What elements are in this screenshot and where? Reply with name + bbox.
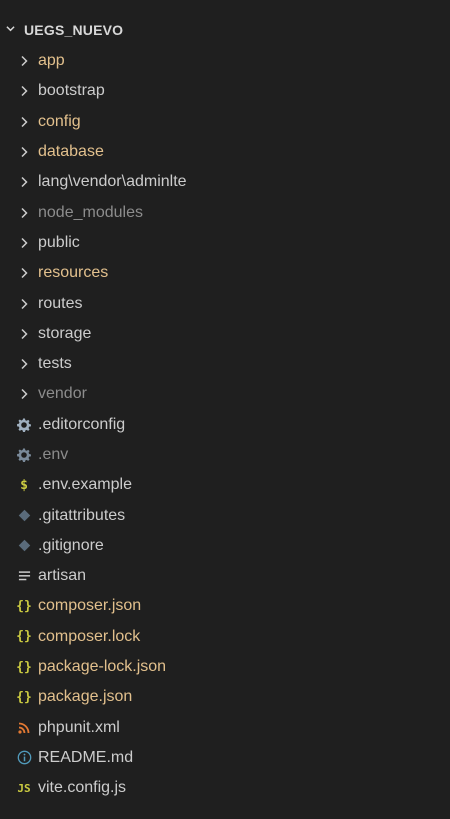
folder-item[interactable]: routes: [0, 288, 450, 318]
file-item[interactable]: phpunit.xml: [0, 713, 450, 743]
file-item[interactable]: {} composer.json: [0, 591, 450, 621]
file-name: README.md: [38, 748, 134, 766]
folder-name: lang\vendor\adminlte: [38, 173, 187, 191]
js-icon: JS: [17, 781, 31, 795]
folder-name: resources: [38, 264, 109, 282]
lines-icon: [14, 566, 34, 586]
file-item[interactable]: $ .env.example: [0, 470, 450, 500]
chevron-right-icon: [14, 172, 34, 192]
braces-icon: {}: [16, 629, 32, 645]
gear-icon: [14, 445, 34, 465]
folder-item[interactable]: app: [0, 46, 450, 76]
file-name: package.json: [38, 688, 133, 706]
file-name: artisan: [38, 567, 87, 585]
file-name: phpunit.xml: [38, 718, 120, 736]
folder-name: config: [38, 112, 81, 130]
file-item[interactable]: .editorconfig: [0, 410, 450, 440]
file-name: .gitattributes: [38, 506, 126, 524]
chevron-right-icon: [14, 142, 34, 162]
file-explorer: UEGS_NUEVO app bootstrap config database lan…: [0, 0, 450, 819]
file-item[interactable]: .env: [0, 440, 450, 470]
file-tree: app bootstrap config database lang\vendor\ad…: [0, 46, 450, 803]
dollar-icon: $: [20, 477, 28, 493]
braces-icon: {}: [16, 659, 32, 675]
folder-item[interactable]: storage: [0, 319, 450, 349]
folder-name: storage: [38, 324, 92, 342]
chevron-right-icon: [14, 324, 34, 344]
folder-name: node_modules: [38, 203, 143, 221]
folder-item[interactable]: database: [0, 137, 450, 167]
chevron-right-icon: [14, 51, 34, 71]
folder-name: bootstrap: [38, 82, 105, 100]
folder-item[interactable]: resources: [0, 258, 450, 288]
chevron-right-icon: [14, 354, 34, 374]
chevron-down-icon: [0, 24, 24, 36]
chevron-right-icon: [14, 112, 34, 132]
folder-item[interactable]: public: [0, 228, 450, 258]
project-name: UEGS_NUEVO: [24, 22, 124, 38]
info-icon: [14, 748, 34, 768]
braces-icon: {}: [16, 689, 32, 705]
folder-name: tests: [38, 355, 72, 373]
gear-icon: [14, 415, 34, 435]
file-name: package-lock.json: [38, 658, 167, 676]
rss-icon: [14, 718, 34, 738]
file-name: .env: [38, 446, 69, 463]
file-item[interactable]: {} composer.lock: [0, 622, 450, 652]
file-item[interactable]: {} package-lock.json: [0, 652, 450, 682]
file-item[interactable]: {} package.json: [0, 682, 450, 712]
chevron-right-icon: [14, 203, 34, 223]
file-name: .gitignore: [38, 536, 104, 554]
folder-item[interactable]: node_modules: [0, 197, 450, 227]
file-name: .env.example: [38, 476, 132, 494]
file-item[interactable]: .gitignore: [0, 531, 450, 561]
folder-item[interactable]: lang\vendor\adminlte: [0, 167, 450, 197]
braces-icon: {}: [16, 598, 32, 614]
file-name: composer.json: [38, 597, 142, 615]
chevron-right-icon: [14, 384, 34, 404]
file-name: composer.lock: [38, 627, 141, 645]
file-item[interactable]: README.md: [0, 743, 450, 773]
chevron-right-icon: [14, 294, 34, 314]
folder-name: database: [38, 143, 104, 161]
project-root-header[interactable]: UEGS_NUEVO: [0, 12, 450, 48]
file-item[interactable]: JS vite.config.js: [0, 773, 450, 803]
git-diamond-icon: [14, 536, 34, 556]
chevron-right-icon: [14, 233, 34, 253]
folder-name: routes: [38, 294, 83, 312]
file-item[interactable]: artisan: [0, 561, 450, 591]
folder-name: app: [38, 52, 65, 70]
folder-item[interactable]: vendor: [0, 379, 450, 409]
git-diamond-icon: [14, 506, 34, 526]
folder-name: public: [38, 233, 80, 251]
chevron-right-icon: [14, 263, 34, 283]
folder-item[interactable]: tests: [0, 349, 450, 379]
file-name: .editorconfig: [38, 415, 126, 433]
file-item[interactable]: .gitattributes: [0, 500, 450, 530]
folder-item[interactable]: bootstrap: [0, 76, 450, 106]
chevron-right-icon: [14, 81, 34, 101]
folder-item[interactable]: config: [0, 107, 450, 137]
folder-name: vendor: [38, 385, 87, 403]
file-name: vite.config.js: [38, 779, 127, 797]
